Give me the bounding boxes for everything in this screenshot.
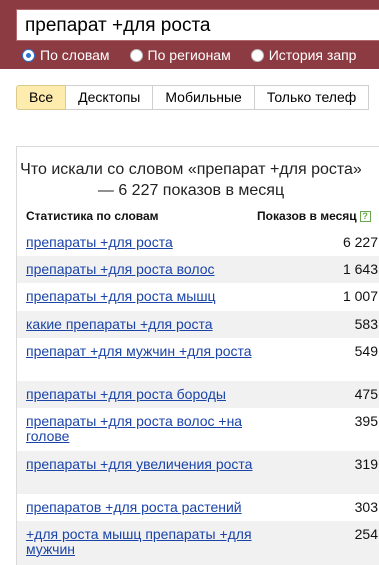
impressions-count: 1 643 bbox=[342, 261, 378, 277]
panel-title: Что искали со словом «препарат +для рост… bbox=[20, 161, 362, 199]
phrase-link[interactable]: препаратов +для роста растений bbox=[26, 500, 261, 515]
device-tabs: Все Десктопы Мобильные Только телеф bbox=[16, 85, 370, 110]
phrase-link[interactable]: препараты +для роста мышц bbox=[26, 289, 261, 304]
impressions-count: 6 227 bbox=[342, 234, 378, 250]
column-header-count-label: Показов в месяц bbox=[257, 209, 357, 223]
mode-label-regions: По регионам bbox=[147, 47, 231, 63]
phrase-link[interactable]: препараты +для увеличения роста bbox=[26, 457, 261, 472]
phrase-link[interactable]: препараты +для роста волос +на голове bbox=[26, 414, 261, 444]
impressions-count: 1 007 bbox=[342, 288, 378, 304]
tab-desktops[interactable]: Десктопы bbox=[66, 85, 154, 110]
radio-checked-icon bbox=[22, 48, 35, 62]
table-row: препарат +для мужчин +для роста 549 bbox=[17, 338, 379, 381]
mode-option-regions[interactable]: По регионам bbox=[129, 47, 231, 63]
table-row: препараты +для роста волос 1 643 bbox=[17, 256, 379, 283]
column-header-count: Показов в месяц ? bbox=[257, 209, 371, 223]
impressions-count: 303 bbox=[354, 499, 378, 515]
tab-phones-only[interactable]: Только телеф bbox=[254, 85, 370, 110]
impressions-count: 395 bbox=[354, 413, 378, 429]
table-row: препараты +для увеличения роста 319 bbox=[17, 451, 379, 494]
search-input[interactable]: препарат +для роста bbox=[16, 9, 379, 41]
phrase-link[interactable]: +для роста мышц препараты +для мужчин bbox=[26, 527, 261, 557]
tab-all[interactable]: Все bbox=[16, 85, 67, 110]
impressions-count: 319 bbox=[354, 456, 378, 472]
help-icon[interactable]: ? bbox=[359, 210, 371, 222]
search-mode-options: По словам По регионам История запр bbox=[22, 46, 376, 64]
impressions-count: 475 bbox=[354, 386, 378, 402]
table-row: препаратов +для роста растений 303 bbox=[17, 494, 379, 521]
impressions-count: 254 bbox=[354, 526, 378, 542]
table-row: +для роста мышц препараты +для мужчин 25… bbox=[17, 521, 379, 565]
table-row: препараты +для роста бороды 475 bbox=[17, 381, 379, 408]
search-header: препарат +для роста По словам По региона… bbox=[0, 0, 379, 69]
table-row: препараты +для роста 6 227 bbox=[17, 229, 379, 256]
table-row: препараты +для роста волос +на голове 39… bbox=[17, 408, 379, 451]
phrase-link[interactable]: препараты +для роста bbox=[26, 235, 261, 250]
mode-label-history: История запр bbox=[268, 47, 357, 63]
results-panel: Что искали со словом «препарат +для рост… bbox=[16, 146, 379, 565]
column-header-phrase: Статистика по словам bbox=[26, 209, 159, 223]
impressions-count: 549 bbox=[354, 343, 378, 359]
phrase-link[interactable]: препараты +для роста волос bbox=[26, 262, 261, 277]
mode-option-words[interactable]: По словам bbox=[22, 47, 110, 63]
results-table: препараты +для роста 6 227 препараты +дл… bbox=[17, 229, 379, 565]
phrase-link[interactable]: препараты +для роста бороды bbox=[26, 387, 261, 402]
phrase-link[interactable]: какие препараты +для роста bbox=[26, 317, 261, 332]
mode-option-history[interactable]: История запр bbox=[250, 47, 357, 63]
phrase-link[interactable]: препарат +для мужчин +для роста bbox=[26, 344, 261, 359]
tab-mobile[interactable]: Мобильные bbox=[153, 85, 255, 110]
mode-label-words: По словам bbox=[40, 47, 110, 63]
table-row: препараты +для роста мышц 1 007 bbox=[17, 283, 379, 311]
radio-unchecked-icon bbox=[250, 48, 264, 62]
impressions-count: 583 bbox=[354, 316, 378, 332]
radio-unchecked-icon bbox=[129, 48, 143, 62]
table-row: какие препараты +для роста 583 bbox=[17, 311, 379, 338]
